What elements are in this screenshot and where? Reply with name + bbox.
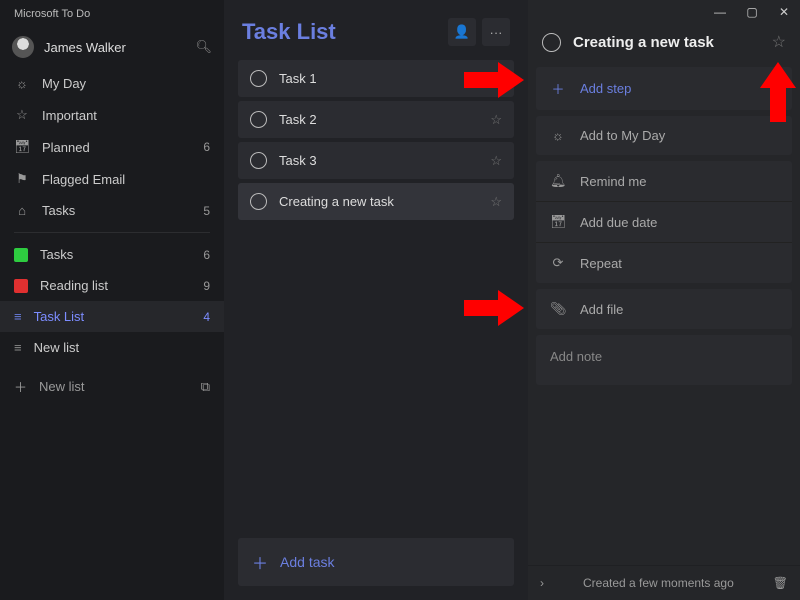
nav-label: Planned [42,140,90,155]
new-list-label: New list [39,379,85,394]
list-label: Task List [34,309,85,324]
list-count: 9 [203,279,210,293]
window-minimize-button[interactable]: — [704,5,736,19]
list-label: Tasks [40,247,73,262]
due-label: Add due date [580,215,657,230]
add-to-my-day-button[interactable]: ☼ Add to My Day [536,116,792,155]
created-label: Created a few moments ago [544,576,773,590]
nav-my-day[interactable]: ☼ My Day [0,68,224,99]
add-step-label: Add step [580,81,631,96]
calendar-icon: 📅︎ [14,139,30,155]
list-label: New list [34,340,80,355]
list-task-list[interactable]: ≡ Task List 4 [0,301,224,332]
task-row[interactable]: Creating a new task ☆ [238,183,514,220]
important-star-icon[interactable]: ☆ [772,32,786,52]
list-icon: ≡ [14,309,22,324]
list-color-icon [14,279,28,293]
plus-icon: ＋ [550,79,566,98]
nav-label: Important [42,108,97,123]
star-icon[interactable]: ☆ [490,194,502,210]
nav-flagged-email[interactable]: ⚑ Flagged Email [0,163,224,195]
delete-task-icon[interactable]: 🗑︎ [773,576,788,590]
task-title[interactable]: Creating a new task [573,34,760,51]
bell-icon: 🔔︎ [550,173,566,189]
due-date-button[interactable]: 📅︎ Add due date [536,201,792,242]
star-icon: ☆ [14,107,30,123]
task-label: Task 2 [279,112,478,127]
star-icon[interactable]: ☆ [490,71,502,87]
repeat-icon: ⟳ [550,255,566,271]
remind-me-button[interactable]: 🔔︎ Remind me [536,161,792,201]
add-task-label: Add task [280,554,334,570]
divider [14,232,210,233]
list-tasks[interactable]: Tasks 6 [0,239,224,270]
repeat-label: Repeat [580,256,622,271]
add-file-button[interactable]: 📎︎ Add file [536,289,792,329]
nav-label: Tasks [42,203,75,218]
complete-toggle[interactable] [250,111,267,128]
task-row[interactable]: Task 2 ☆ [238,101,514,138]
paperclip-icon: 📎︎ [550,301,566,317]
calendar-icon: 📅︎ [550,214,566,230]
nav-important[interactable]: ☆ Important [0,99,224,131]
flag-icon: ⚑ [14,171,30,187]
main-pane: Task List 👤 ··· Task 1 ☆ Task 2 ☆ Task 3… [224,0,528,600]
list-color-icon [14,248,28,262]
list-reading-list[interactable]: Reading list 9 [0,270,224,301]
task-list: Task 1 ☆ Task 2 ☆ Task 3 ☆ Creating a ne… [224,60,528,220]
list-label: Reading list [40,278,108,293]
add-task-button[interactable]: ＋ Add task [238,538,514,586]
search-icon[interactable]: 🔍︎ [195,39,212,55]
complete-toggle[interactable] [250,70,267,87]
task-label: Task 1 [279,71,478,86]
window-maximize-button[interactable]: ▢ [736,5,768,19]
note-field[interactable]: Add note [536,335,792,385]
nav-label: Flagged Email [42,172,125,187]
remind-label: Remind me [580,174,646,189]
list-new-list[interactable]: ≡ New list [0,332,224,363]
dots-icon: ··· [490,25,503,40]
add-step-button[interactable]: ＋ Add step [536,67,792,110]
nav-count: 5 [203,204,210,218]
list-icon: ≡ [14,340,22,355]
task-label: Creating a new task [279,194,478,209]
complete-toggle[interactable] [250,152,267,169]
complete-toggle[interactable] [542,33,561,52]
avatar [12,36,34,58]
account-row[interactable]: James Walker 🔍︎ [0,30,224,68]
task-label: Task 3 [279,153,478,168]
list-count: 4 [203,310,210,324]
sun-icon: ☼ [14,76,30,91]
new-group-icon[interactable]: ⧉ [201,379,210,395]
task-row[interactable]: Task 3 ☆ [238,142,514,179]
nav-count: 6 [203,140,210,154]
share-icon: 👤 [454,24,470,40]
plus-icon: ＋ [14,377,27,396]
list-options-button[interactable]: ··· [482,18,510,46]
window-controls: — ▢ ✕ [528,0,800,24]
new-list-button[interactable]: ＋ New list ⧉ [0,367,224,406]
app-title: Microsoft To Do [0,0,224,30]
file-label: Add file [580,302,623,317]
my-day-label: Add to My Day [580,128,665,143]
star-icon[interactable]: ☆ [490,153,502,169]
list-title: Task List [242,19,442,45]
window-close-button[interactable]: ✕ [768,5,800,19]
user-name: James Walker [44,40,185,55]
detail-pane: — ▢ ✕ Creating a new task ☆ ＋ Add step ☼… [528,0,800,600]
sun-icon: ☼ [550,128,566,143]
task-row[interactable]: Task 1 ☆ [238,60,514,97]
list-count: 6 [203,248,210,262]
nav-tasks[interactable]: ⌂ Tasks 5 [0,195,224,226]
nav-label: My Day [42,76,86,91]
complete-toggle[interactable] [250,193,267,210]
home-icon: ⌂ [14,203,30,218]
sidebar: Microsoft To Do James Walker 🔍︎ ☼ My Day… [0,0,224,600]
nav-planned[interactable]: 📅︎ Planned 6 [0,131,224,163]
repeat-button[interactable]: ⟳ Repeat [536,242,792,283]
share-button[interactable]: 👤 [448,18,476,46]
star-icon[interactable]: ☆ [490,112,502,128]
plus-icon: ＋ [252,550,268,574]
